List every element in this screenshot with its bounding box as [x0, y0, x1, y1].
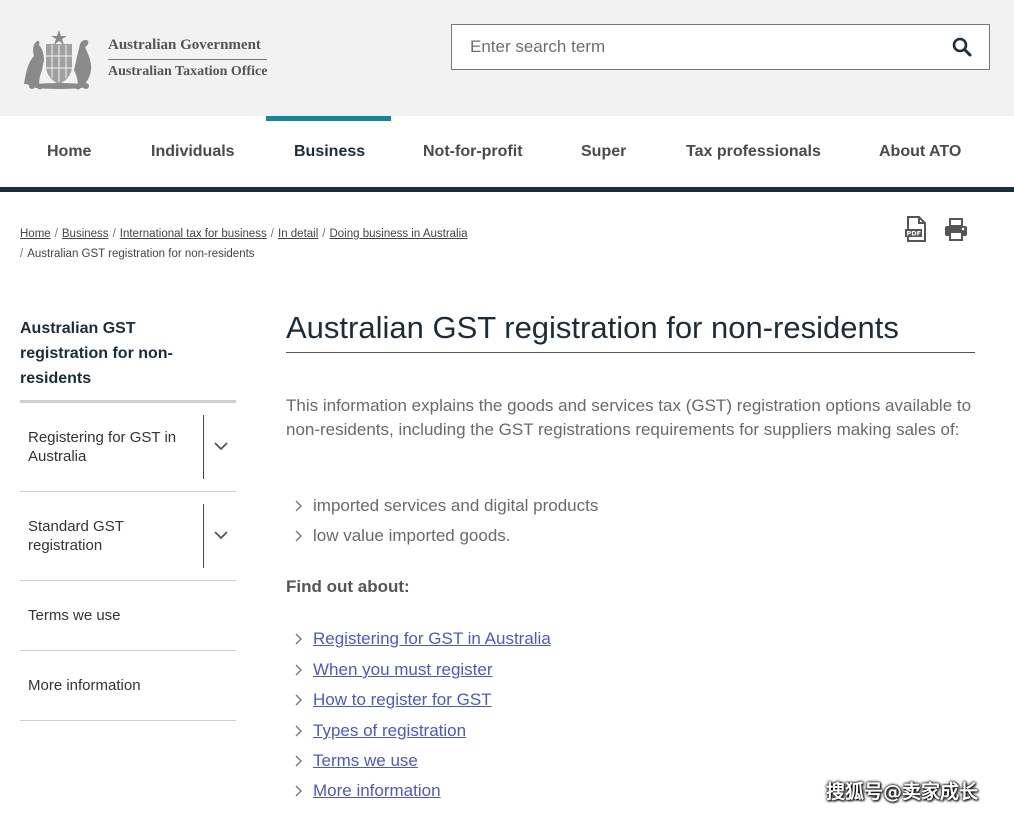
ato-logo[interactable]: Australian Government Australian Taxatio…	[18, 26, 268, 90]
breadcrumb-international-tax[interactable]: International tax for business	[120, 228, 267, 240]
intro-text: This information explains the goods and …	[286, 396, 972, 439]
link-item: When you must register	[292, 659, 493, 681]
nav-super[interactable]: Super	[581, 116, 626, 187]
list-item: imported services and digital products	[292, 495, 598, 517]
chevron-right-icon	[295, 694, 302, 706]
list-item-text: low value imported goods.	[313, 526, 511, 545]
pdf-icon[interactable]: PDF	[904, 216, 928, 242]
sidebar-item-more-info[interactable]: More information	[20, 651, 236, 721]
sidebar-title: Australian GST registration for non-resi…	[20, 320, 173, 387]
chevron-right-icon	[295, 725, 302, 737]
breadcrumb-separator: /	[112, 228, 116, 240]
chevron-right-icon	[295, 755, 302, 767]
sidebar-item-label: Standard GST registration	[28, 518, 124, 554]
nav-business[interactable]: Business	[294, 116, 365, 187]
search-box	[451, 24, 990, 70]
nav-individuals[interactable]: Individuals	[151, 116, 235, 187]
chevron-right-icon	[295, 530, 302, 542]
breadcrumb-current: Australian GST registration for non-resi…	[27, 248, 255, 260]
chevron-right-icon	[295, 633, 302, 645]
nav-tax-professionals[interactable]: Tax professionals	[686, 116, 821, 187]
sidebar-item-divider	[203, 415, 204, 479]
link-types-registration[interactable]: Types of registration	[313, 720, 466, 742]
breadcrumb-separator: /	[270, 228, 274, 240]
main-nav: Home Individuals Business Not-for-profit…	[0, 116, 1014, 192]
link-terms[interactable]: Terms we use	[313, 750, 418, 772]
chevron-right-icon	[295, 500, 302, 512]
search-icon	[952, 37, 972, 57]
list-item: low value imported goods.	[292, 525, 511, 547]
sidebar-item-standard-gst[interactable]: Standard GST registration	[20, 492, 236, 581]
link-item: Types of registration	[292, 720, 466, 742]
sidebar-item-label: More information	[28, 677, 141, 694]
breadcrumb-separator: /	[54, 228, 58, 240]
sidebar-item-label: Terms we use	[28, 607, 121, 624]
breadcrumb-in-detail[interactable]: In detail	[278, 228, 318, 240]
search-button[interactable]	[935, 25, 989, 69]
link-item: How to register for GST	[292, 689, 492, 711]
logo-line-1: Australian Government	[108, 36, 268, 60]
site-header: Australian Government Australian Taxatio…	[0, 0, 1014, 116]
logo-line-2: Australian Taxation Office	[108, 63, 268, 79]
link-more-info[interactable]: More information	[313, 780, 441, 802]
chevron-down-icon[interactable]	[210, 524, 232, 546]
search-input[interactable]	[452, 25, 935, 69]
link-item: More information	[292, 780, 441, 802]
link-registering[interactable]: Registering for GST in Australia	[313, 628, 551, 650]
breadcrumb-business[interactable]: Business	[62, 228, 109, 240]
page-title: Australian GST registration for non-resi…	[286, 308, 975, 353]
breadcrumb-doing-business[interactable]: Doing business in Australia	[329, 228, 467, 240]
sidebar-item-registering[interactable]: Registering for GST in Australia	[20, 403, 236, 492]
chevron-right-icon	[295, 664, 302, 676]
breadcrumb-home[interactable]: Home	[20, 228, 51, 240]
sidebar-item-divider	[203, 504, 204, 568]
breadcrumb-separator: /	[20, 248, 24, 260]
link-how-register[interactable]: How to register for GST	[313, 689, 492, 711]
find-out-heading: Find out about:	[286, 577, 410, 596]
list-item-text: imported services and digital products	[313, 496, 599, 515]
watermark: 搜狐号@卖家成长	[826, 781, 979, 803]
chevron-right-icon	[295, 785, 302, 797]
print-icon[interactable]	[944, 216, 968, 242]
link-when-register[interactable]: When you must register	[313, 659, 493, 681]
nav-about-ato[interactable]: About ATO	[879, 116, 961, 187]
link-item: Terms we use	[292, 750, 418, 772]
nav-not-for-profit[interactable]: Not-for-profit	[423, 116, 523, 187]
breadcrumb-separator: /	[322, 228, 326, 240]
nav-home[interactable]: Home	[47, 116, 91, 187]
chevron-down-icon[interactable]	[210, 435, 232, 457]
logo-text: Australian Government Australian Taxatio…	[108, 36, 268, 81]
sidebar-item-label: Registering for GST in Australia	[28, 429, 177, 465]
page-tools: PDF	[904, 216, 968, 242]
svg-text:PDF: PDF	[907, 230, 922, 238]
sidebar-item-terms[interactable]: Terms we use	[20, 581, 236, 651]
breadcrumb: Home / Business / International tax for busi…	[20, 224, 580, 264]
link-item: Registering for GST in Australia	[292, 628, 551, 650]
coat-of-arms-icon	[24, 30, 92, 90]
